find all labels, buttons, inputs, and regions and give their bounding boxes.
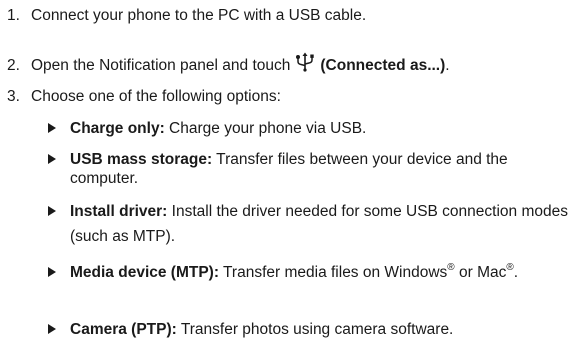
step-3: 3. Choose one of the following options: [7, 87, 281, 106]
option-label: Install driver: [70, 203, 168, 220]
option-media-device: Media device (MTP): Transfer media files… [48, 263, 578, 285]
option-install-driver: Install driver: Install the driver neede… [48, 202, 578, 249]
step-text: Choose one of the following options: [31, 88, 281, 105]
step-text-end: . [445, 57, 450, 74]
step-number: 1. [7, 7, 20, 24]
option-description-cont: or Mac [458, 264, 507, 281]
usb-icon [294, 52, 316, 72]
option-text: Camera (PTP): Transfer photos using came… [70, 320, 578, 339]
bullet-icon [48, 324, 56, 334]
option-charge-only: Charge only: Charge your phone via USB. [48, 119, 578, 138]
bullet-icon [48, 267, 56, 277]
registered-mark: ® [447, 262, 455, 273]
option-label: Media device (MTP): [70, 264, 219, 281]
option-camera-ptp: Camera (PTP): Transfer photos using came… [48, 320, 578, 339]
bullet-icon [48, 154, 56, 164]
step-1: 1. Connect your phone to the PC with a US… [7, 6, 366, 25]
connected-as-label: (Connected as...) [320, 57, 446, 74]
option-label: Charge only: [70, 120, 165, 137]
option-description: Transfer media files on Windows [223, 264, 448, 281]
option-label: Camera (PTP): [70, 321, 177, 338]
instruction-document: 1. Connect your phone to the PC with a US… [0, 0, 582, 352]
registered-mark: ® [506, 262, 514, 273]
option-description: Charge your phone via USB. [169, 120, 367, 137]
option-text: Media device (MTP): Transfer media files… [70, 260, 578, 285]
bullet-icon [48, 123, 56, 133]
option-text: Install driver: Install the driver neede… [70, 199, 578, 249]
option-text: USB mass storage: Transfer files between… [70, 150, 578, 188]
option-usb-mass-storage: USB mass storage: Transfer files between… [48, 150, 578, 188]
step-number: 2. [7, 57, 20, 74]
step-text: Open the Notification panel and touch [31, 57, 291, 74]
bullet-icon [48, 206, 56, 216]
step-number: 3. [7, 88, 20, 105]
step-2: 2. Open the Notification panel and touch … [7, 52, 450, 75]
option-label: USB mass storage: [70, 151, 213, 168]
option-description-end: . [513, 264, 519, 281]
option-description: Transfer photos using camera software. [180, 321, 454, 338]
option-text: Charge only: Charge your phone via USB. [70, 119, 578, 138]
step-text: Connect your phone to the PC with a USB … [31, 7, 367, 24]
